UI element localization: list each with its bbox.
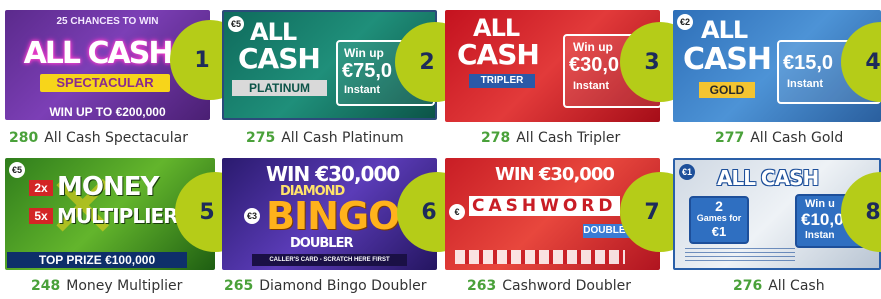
price-badge: €5 [9,162,25,178]
game-card-cashword-doubler[interactable]: € WIN €30,000 CASHWORD DOUBLER 7 263 Cash… [445,158,700,299]
fine-print [685,248,795,262]
ticket-title-2: CASH [238,42,321,75]
game-name[interactable]: All Cash Platinum [281,130,403,146]
caption: 278 All Cash Tripler [481,130,620,146]
game-card-all-cash[interactable]: €1 ALL CASH 2 Games for €1 Win u €10,0 I… [673,158,881,299]
game-card-diamond-bingo-doubler[interactable]: WIN €30,000 DIAMOND €3 BINGO DOUBLER CAL… [222,158,477,299]
ticket-top-text: WIN €30,000 [495,164,615,185]
game-name[interactable]: All Cash Tripler [516,130,620,146]
ticket-subtitle: SPECTACULAR [40,74,170,92]
game-name[interactable]: All Cash Gold [750,130,843,146]
ticket-subtitle: DOUBLER [290,236,353,251]
games-count: 2 [715,198,723,214]
prize-box-label: Win up [573,40,613,54]
game-count: 248 [31,278,61,294]
caption: 275 All Cash Platinum [246,130,404,146]
game-card-all-cash-spectacular[interactable]: 25 CHANCES TO WIN ALL CASH SPECTACULAR W… [5,10,250,150]
caller-card-strip: CALLER'S CARD - SCRATCH HERE FIRST [252,254,407,266]
rank-number: 7 [644,199,660,225]
caption: 277 All Cash Gold [715,130,843,146]
rank-number: 1 [194,47,210,73]
prize-instant: Instant [787,78,824,90]
game-name[interactable]: Cashword Doubler [502,278,631,294]
games-box: 2 Games for €1 [689,196,749,244]
ticket-title-1: ALL [701,16,748,44]
games-label: Games for [696,213,742,223]
rank-number: 6 [421,199,437,225]
game-card-all-cash-gold[interactable]: €2 ALL CASH GOLD €15,0 Instant 4 277 All … [673,10,881,150]
game-count: 263 [467,278,497,294]
game-count: 278 [481,130,511,146]
caption: 265 Diamond Bingo Doubler [224,278,427,294]
prize-instant: Instant [344,84,381,96]
game-name[interactable]: Money Multiplier [66,278,182,294]
game-count: 280 [9,130,39,146]
ticket-subtitle: GOLD [699,82,755,98]
letter-grid [455,250,625,264]
rank-number: 3 [644,49,660,75]
price-badge: € [449,204,465,220]
prize-amount: €75,0 [342,60,393,82]
game-count: 275 [246,130,276,146]
prize-amount: €15,0 [783,52,834,74]
ticket-title: CASHWORD [469,196,620,216]
ticket-subtitle: PLATINUM [232,80,327,96]
ticket-top-text: 25 CHANCES TO WIN [56,16,159,27]
games-price: €1 [711,224,727,239]
ticket-title: ALL CASH [717,166,819,190]
game-count: 265 [224,278,254,294]
ticket-title-2: BINGO [266,194,400,238]
prize-instant: Instant [573,80,610,92]
rank-number: 5 [199,199,215,225]
prize-box-label: Win u [805,198,835,210]
price-badge: €3 [244,208,260,224]
prize-amount: €10,0 [801,210,844,229]
price-badge: €2 [677,14,693,30]
multiplier-5x: 5x [29,208,53,224]
ticket-title-2: MULTIPLIER [57,204,179,228]
caption: 280 All Cash Spectacular [9,130,188,146]
ticket-subtitle: TRIPLER [469,74,535,88]
multiplier-2x: 2x [29,180,53,196]
rank-number: 4 [865,49,881,75]
game-name[interactable]: Diamond Bingo Doubler [259,278,426,294]
game-card-money-multiplier[interactable]: €5 ✕ 2x MONEY 5x MULTIPLIER TOP PRIZE €1… [5,158,255,299]
ticket-title-2: CASH [683,42,772,77]
caption: 248 Money Multiplier [31,278,182,294]
prize-amount: €30,0 [569,54,620,76]
ticket-title-1: MONEY [57,172,159,202]
game-name[interactable]: All Cash [768,278,824,294]
ticket-title-2: CASH [457,38,540,71]
caption: 263 Cashword Doubler [467,278,631,294]
game-card-all-cash-tripler[interactable]: ALL CASH TRIPLER Win up €30,0 Instant 3 … [445,10,700,150]
price-badge: €1 [679,164,695,180]
game-count: 277 [715,130,745,146]
prize-box-label: Win up [344,46,384,60]
game-name[interactable]: All Cash Spectacular [44,130,188,146]
caption: 276 All Cash [733,278,825,294]
ticket-top-text: WIN €30,000 [266,162,400,186]
game-card-all-cash-platinum[interactable]: €5 ALL CASH PLATINUM Win up €75,0 Instan… [222,10,475,150]
top-prize-banner: TOP PRIZE €100,000 [7,252,187,268]
prize-instant: Instan [805,230,835,241]
ticket-bottom-text: WIN UP TO €200,000 [49,105,166,119]
game-count: 276 [733,278,763,294]
price-badge: €5 [228,16,244,32]
rank-number: 2 [419,49,435,75]
rank-number: 8 [865,199,881,225]
